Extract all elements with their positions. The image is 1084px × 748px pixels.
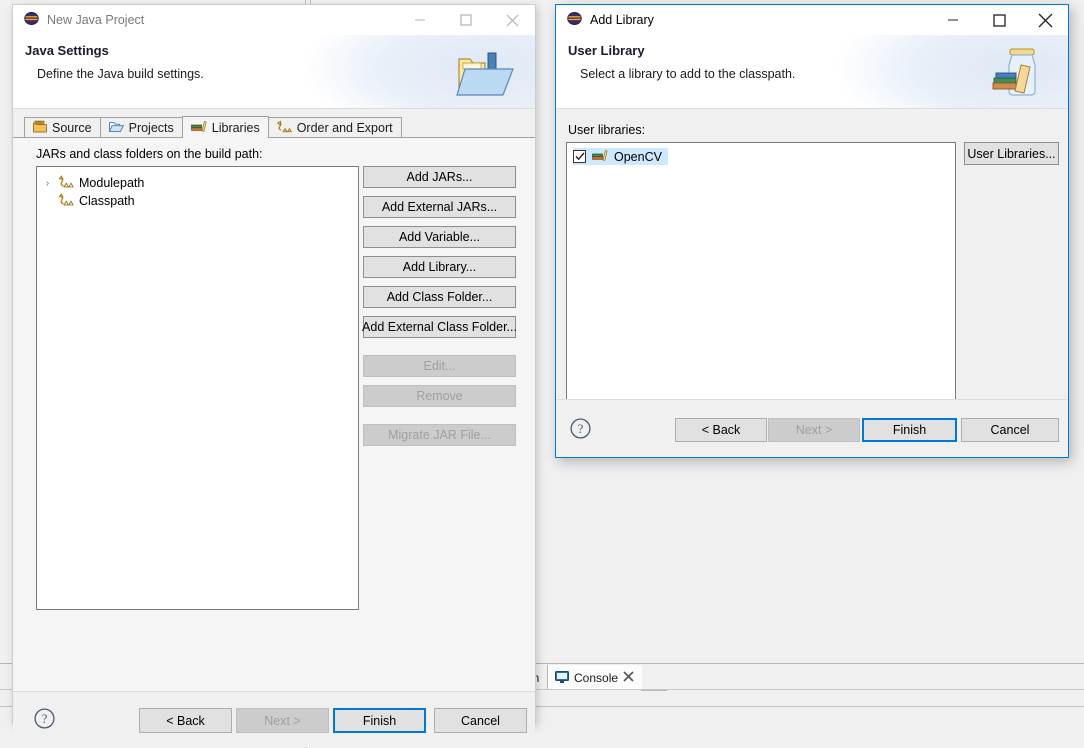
user-library-heading: User Library bbox=[568, 43, 645, 58]
tree-item-modulepath-label: Modulepath bbox=[79, 176, 145, 190]
tab-libraries-label: Libraries bbox=[211, 120, 260, 135]
list-item-opencv-label: OpenCV bbox=[614, 149, 662, 164]
cancel-button[interactable]: Cancel bbox=[961, 418, 1059, 442]
source-folder-icon bbox=[33, 120, 47, 136]
new-java-project-title: New Java Project bbox=[13, 11, 144, 29]
tree-item-classpath-label: Classpath bbox=[79, 194, 135, 208]
svg-text:?: ? bbox=[578, 421, 584, 436]
order-export-icon bbox=[276, 120, 292, 136]
add-library-footer: ? < Back Next > Finish Cancel bbox=[556, 399, 1068, 457]
list-item-opencv[interactable]: OpenCV bbox=[573, 148, 668, 165]
back-button[interactable]: < Back bbox=[675, 418, 767, 442]
tab-libraries[interactable]: Libraries bbox=[181, 116, 269, 139]
new-java-project-footer: ? < Back Next > Finish Cancel bbox=[13, 691, 535, 747]
tab-projects-label: Projects bbox=[128, 121, 174, 135]
add-library-button[interactable]: Add Library... bbox=[363, 256, 516, 278]
remove-button[interactable]: Remove bbox=[363, 385, 516, 407]
add-library-titlebar[interactable]: Add Library bbox=[556, 5, 1068, 35]
add-library-body: User libraries: OpenCV User Libraries... bbox=[556, 109, 1068, 402]
classpath-icon bbox=[58, 193, 74, 209]
minimize-icon[interactable] bbox=[397, 5, 443, 35]
library-books-icon bbox=[592, 149, 608, 165]
java-settings-heading: Java Settings bbox=[25, 43, 109, 58]
add-library-banner: User Library Select a library to add to … bbox=[556, 35, 1068, 109]
tab-order-and-export[interactable]: Order and Export bbox=[267, 117, 402, 138]
add-library-dialog[interactable]: Add Library User Library Select a librar… bbox=[555, 4, 1069, 458]
add-library-title-text: Add Library bbox=[590, 13, 654, 27]
user-libraries-list[interactable]: OpenCV bbox=[566, 142, 956, 402]
java-folder-banner-icon bbox=[455, 45, 517, 104]
new-java-project-title-text: New Java Project bbox=[47, 13, 145, 27]
user-libraries-label: User libraries: bbox=[568, 123, 646, 137]
tab-projects[interactable]: Projects bbox=[99, 117, 183, 138]
add-external-jars-button[interactable]: Add External JARs... bbox=[363, 196, 516, 218]
maximize-icon[interactable] bbox=[443, 5, 489, 35]
console-monitor-icon bbox=[555, 671, 569, 684]
tree-item-modulepath[interactable]: › Modulepath bbox=[37, 174, 358, 192]
finish-button[interactable]: Finish bbox=[333, 708, 426, 733]
new-java-project-dialog[interactable]: New Java Project Java Settings Define th… bbox=[12, 4, 536, 747]
new-java-project-banner: Java Settings Define the Java build sett… bbox=[13, 35, 535, 109]
add-library-title: Add Library bbox=[556, 11, 654, 29]
tab-source-label: Source bbox=[52, 121, 92, 135]
view-tab-console-label: Console bbox=[574, 670, 619, 685]
new-java-project-titlebar[interactable]: New Java Project bbox=[13, 5, 535, 35]
tab-order-and-export-label: Order and Export bbox=[296, 121, 393, 135]
new-java-project-window-buttons[interactable] bbox=[397, 5, 535, 35]
add-external-class-folder-button[interactable]: Add External Class Folder... bbox=[362, 316, 517, 338]
next-button[interactable]: Next > bbox=[768, 418, 860, 442]
view-tab-console[interactable]: Console bbox=[548, 665, 643, 690]
close-icon[interactable] bbox=[1022, 5, 1068, 35]
add-variable-button[interactable]: Add Variable... bbox=[363, 226, 516, 248]
help-icon[interactable]: ? bbox=[570, 418, 591, 439]
new-java-project-body: Source Projects Libraries Order and Expo… bbox=[13, 109, 535, 691]
back-button[interactable]: < Back bbox=[139, 708, 232, 733]
close-icon[interactable] bbox=[489, 5, 535, 35]
tab-source[interactable]: Source bbox=[24, 117, 101, 138]
tree-item-classpath[interactable]: Classpath bbox=[37, 192, 358, 210]
migrate-jar-file-button[interactable]: Migrate JAR File... bbox=[363, 424, 516, 446]
java-settings-tabstrip[interactable]: Source Projects Libraries Order and Expo… bbox=[24, 116, 402, 139]
next-button[interactable]: Next > bbox=[236, 708, 329, 733]
add-class-folder-button[interactable]: Add Class Folder... bbox=[363, 286, 516, 308]
eclipse-icon bbox=[567, 11, 582, 29]
opencv-checkbox[interactable] bbox=[573, 150, 586, 163]
minimize-icon[interactable] bbox=[930, 5, 976, 35]
finish-button[interactable]: Finish bbox=[862, 418, 957, 442]
chevron-right-icon[interactable]: › bbox=[41, 178, 54, 189]
libraries-books-icon bbox=[190, 120, 207, 136]
user-libraries-button[interactable]: User Libraries... bbox=[964, 142, 1059, 165]
svg-text:?: ? bbox=[42, 711, 48, 726]
tab-curve-decoration bbox=[641, 665, 667, 691]
eclipse-icon bbox=[24, 11, 39, 29]
help-icon[interactable]: ? bbox=[34, 708, 55, 729]
jar-books-banner-icon bbox=[988, 43, 1046, 104]
user-library-subheading: Select a library to add to the classpath… bbox=[580, 67, 796, 81]
java-settings-subheading: Define the Java build settings. bbox=[37, 67, 204, 81]
maximize-icon[interactable] bbox=[976, 5, 1022, 35]
build-path-tree[interactable]: › Modulepath Classpath bbox=[36, 166, 359, 610]
cancel-button[interactable]: Cancel bbox=[434, 708, 527, 733]
projects-folder-icon bbox=[108, 120, 124, 136]
add-jars-button[interactable]: Add JARs... bbox=[363, 166, 516, 188]
close-x-icon[interactable] bbox=[623, 671, 634, 684]
classpath-icon bbox=[58, 175, 74, 191]
add-library-window-buttons[interactable] bbox=[930, 5, 1068, 35]
build-path-label: JARs and class folders on the build path… bbox=[36, 147, 263, 161]
edit-button[interactable]: Edit... bbox=[363, 355, 516, 377]
